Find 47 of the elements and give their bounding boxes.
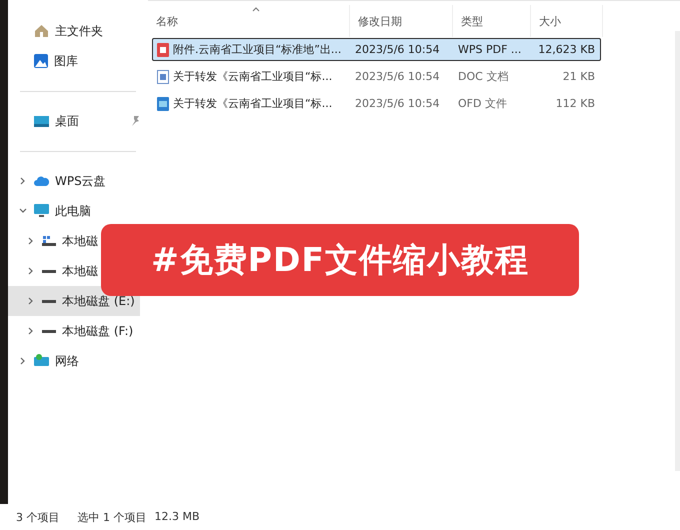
file-type: WPS PDF ... <box>457 43 522 56</box>
tree-item[interactable]: 本地磁盘 (E:) <box>8 286 140 316</box>
network-icon <box>34 354 49 368</box>
file-row[interactable]: 附件.云南省工业项目“标准地”出... 2023/5/6 10:54 WPS PDF ... 12,623 KB <box>152 38 601 61</box>
tree-item[interactable]: 本地磁 <box>8 226 98 256</box>
selection-size: 12.3 MB <box>154 510 200 524</box>
column-header[interactable]: 修改日期 <box>350 5 453 37</box>
modified-date: 2023/5/6 10:54 <box>354 97 441 110</box>
home-icon <box>34 24 49 38</box>
file-size: 21 KB <box>562 70 596 83</box>
file-row[interactable]: 关于转发《云南省工业项目“标... 2023/5/6 10:54 OFD 文件 112 KB <box>152 92 601 115</box>
drive-icon <box>42 300 56 302</box>
file-size: 12,623 KB <box>537 43 596 56</box>
pdf-file-icon <box>157 42 169 56</box>
file-name: 附件.云南省工业项目“标准地”出... <box>153 42 351 57</box>
modified-date: 2023/5/6 10:54 <box>354 70 441 83</box>
tree-item[interactable]: 网络 <box>8 346 79 376</box>
column-header[interactable]: 类型 <box>453 5 531 37</box>
item-count: 3 个项目 <box>16 510 60 524</box>
nav-item[interactable]: 主文件夹 <box>8 16 103 46</box>
gallery-icon <box>34 54 48 68</box>
tree-item[interactable]: WPS云盘 <box>8 166 106 196</box>
nav-item[interactable]: 桌面 <box>8 106 140 136</box>
file-type: DOC 文档 <box>457 69 510 84</box>
tree-item[interactable]: 本地磁盘 (F:) <box>8 316 134 346</box>
file-row[interactable]: 关于转发《云南省工业项目“标... 2023/5/6 10:54 DOC 文档 21 KB <box>152 65 601 88</box>
selection-count: 选中 1 个项目 <box>78 510 146 524</box>
column-header[interactable]: 名称 <box>148 5 350 37</box>
file-name: 关于转发《云南省工业项目“标... <box>153 96 351 111</box>
nav-item[interactable]: 图库 <box>8 46 78 76</box>
drive-icon <box>42 330 56 332</box>
file-type: OFD 文件 <box>457 96 508 111</box>
drive-icon <box>42 270 56 272</box>
modified-date: 2023/5/6 10:54 <box>354 43 441 56</box>
sort-caret-icon <box>252 7 260 12</box>
tree-item[interactable]: 本地磁 <box>8 256 98 286</box>
file-name: 关于转发《云南省工业项目“标... <box>153 69 351 84</box>
document-icon <box>157 96 169 110</box>
document-icon <box>157 70 169 84</box>
column-header[interactable]: 大小 <box>531 5 603 37</box>
tree-item[interactable]: 此电脑 <box>8 196 91 226</box>
banner-tag: #免费PDF文件缩小教程 <box>101 224 579 296</box>
cloud-icon <box>34 176 49 186</box>
file-size: 112 KB <box>554 97 596 110</box>
monitor-icon <box>34 204 49 218</box>
drive-icon <box>42 236 56 246</box>
desktop-icon <box>34 116 49 126</box>
